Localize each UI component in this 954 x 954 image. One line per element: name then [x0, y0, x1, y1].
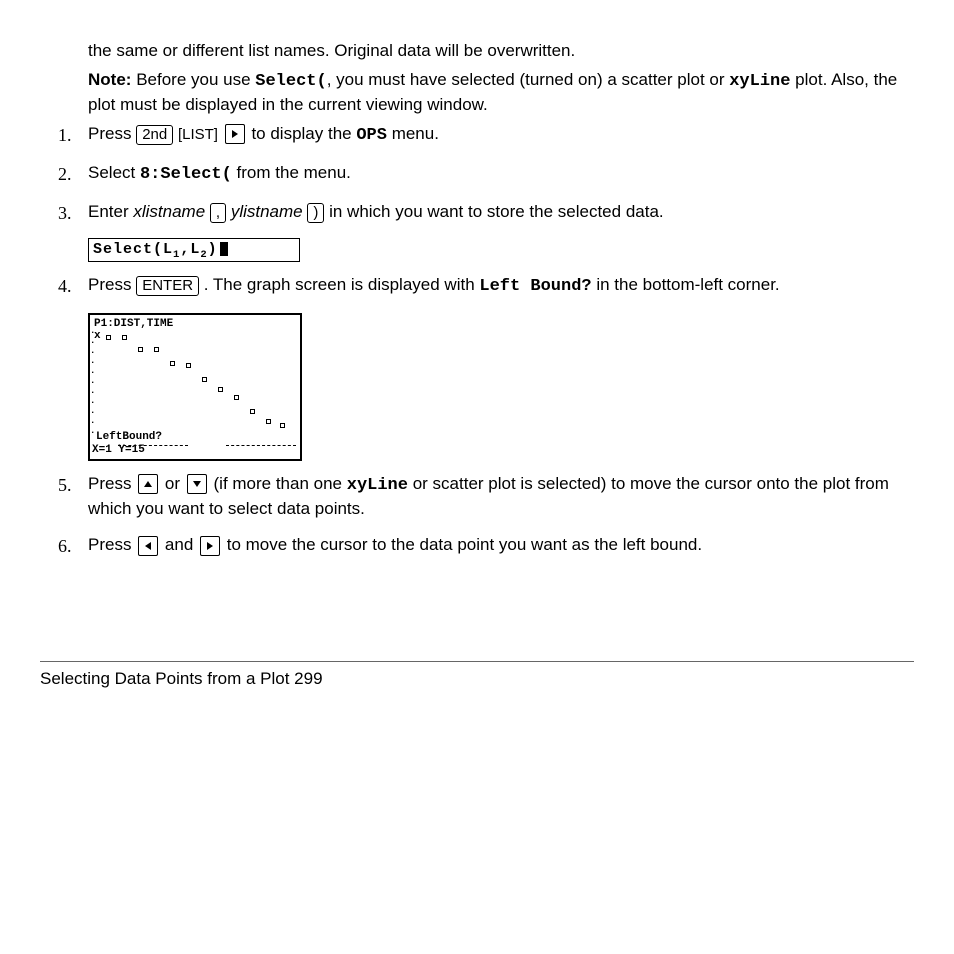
lcd-text: Select(L1,L2) — [93, 241, 218, 258]
key-closeparen: ) — [307, 203, 324, 223]
menu-name: OPS — [356, 126, 387, 145]
lcd-xy-readout: X=1 Y=15 — [92, 443, 145, 458]
step-text: from the menu. — [237, 163, 351, 182]
note-label: Note: — [88, 70, 131, 89]
step-number: 2. — [58, 162, 72, 186]
step-text: or scatter plot is selected) to move the… — [88, 474, 889, 518]
key-list: [LIST] — [178, 126, 218, 143]
key-2nd: 2nd — [136, 125, 173, 145]
lcd-cursor — [220, 242, 228, 256]
step-text: Press — [88, 275, 136, 294]
step-text: in which you want to store the selected … — [329, 202, 664, 221]
menu-item: 8:Select( — [140, 165, 232, 184]
step-text: Select — [88, 163, 140, 182]
step-number: 1. — [58, 123, 72, 147]
down-arrow-key — [187, 474, 207, 494]
note-text: Before you use Select(, you must have se… — [88, 70, 897, 114]
step-number: 6. — [58, 534, 72, 558]
footer-text: Selecting Data Points from a Plot 299 — [40, 668, 914, 691]
step-number: 4. — [58, 274, 72, 298]
right-arrow-key — [200, 536, 220, 556]
param-ylist: ylistname — [231, 202, 303, 221]
body-text: the same or different list names. Origin… — [88, 41, 575, 60]
key-enter: ENTER — [136, 276, 199, 296]
step-number: 5. — [58, 473, 72, 497]
step-text: Press — [88, 474, 136, 493]
step-text: and — [165, 535, 198, 554]
calculator-lcd-select-command: Select(L1,L2) — [88, 238, 300, 262]
step-text: (if more than one — [214, 474, 347, 493]
lcd-plot-title: P1:DIST,TIME — [94, 317, 173, 332]
step-text: or — [165, 474, 185, 493]
step-text: menu. — [392, 124, 439, 143]
calculator-lcd-scatterplot: P1:DIST,TIME x . . . . . . . . . . . Lef… — [88, 313, 302, 461]
step-text: in the bottom-left corner. — [596, 275, 779, 294]
step-text: Press — [88, 535, 136, 554]
footer-rule — [40, 661, 914, 662]
step-text: Press — [88, 124, 136, 143]
up-arrow-key — [138, 474, 158, 494]
key-comma: , — [210, 203, 226, 223]
prompt-label: Left Bound? — [479, 277, 591, 296]
plot-type: xyLine — [347, 476, 408, 495]
right-arrow-key — [225, 124, 245, 144]
step-text: to move the cursor to the data point you… — [227, 535, 702, 554]
step-number: 3. — [58, 201, 72, 225]
step-text: Enter — [88, 202, 133, 221]
step-text: to display the — [251, 124, 356, 143]
step-text: . The graph screen is displayed with — [204, 275, 480, 294]
left-arrow-key — [138, 536, 158, 556]
param-xlist: xlistname — [133, 202, 205, 221]
